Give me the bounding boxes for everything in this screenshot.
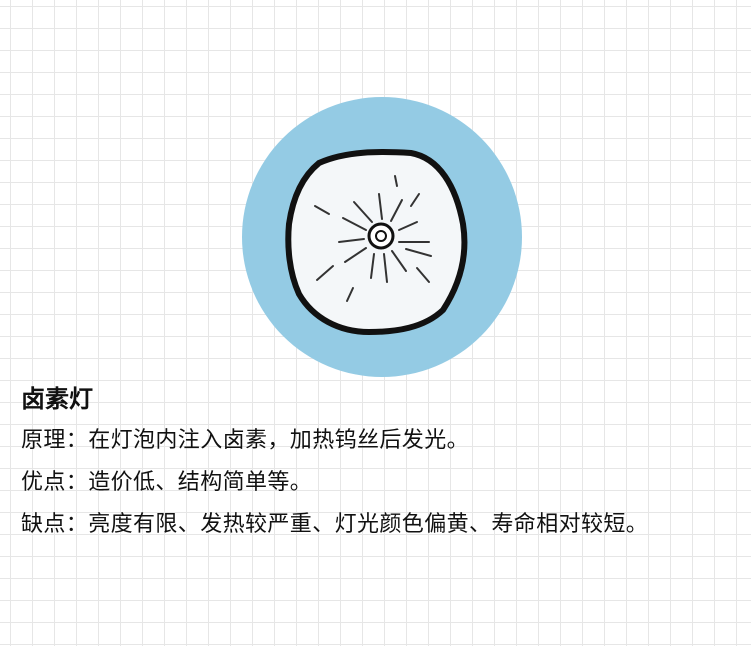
principle-text: 原理：在灯泡内注入卤素，加热钨丝后发光。 [21, 428, 470, 453]
article-title: 卤素灯 [21, 385, 93, 413]
advantages-text: 优点：造价低、结构简单等。 [21, 470, 313, 495]
article-text: 卤素灯 原理：在灯泡内注入卤素，加热钨丝后发光。 优点：造价低、结构简单等。 缺… [21, 378, 737, 546]
disadvantages-text: 缺点：亮度有限、发热较严重、灯光颜色偏黄、寿命相对较短。 [21, 512, 649, 537]
lamp-center-outer [367, 222, 395, 250]
halogen-lamp-icon [242, 97, 522, 377]
halogen-lamp-illustration [241, 96, 523, 378]
